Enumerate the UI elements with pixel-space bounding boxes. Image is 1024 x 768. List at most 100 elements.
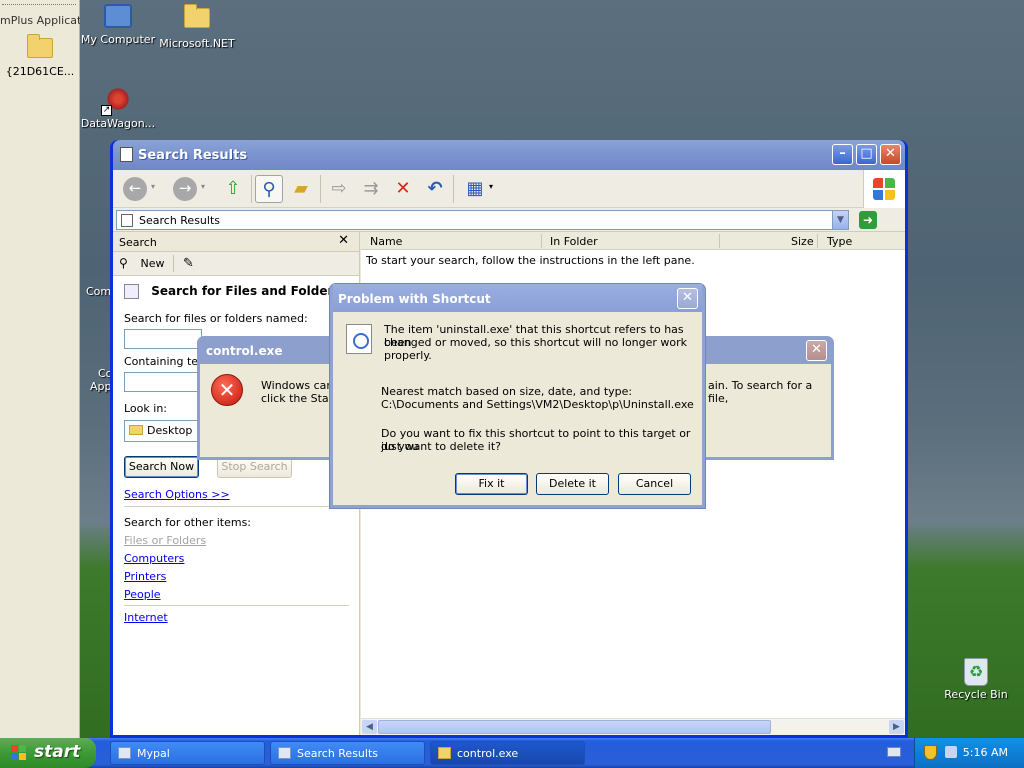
- scroll-right-icon[interactable]: ▶: [889, 720, 904, 734]
- search-results-icon: [278, 747, 291, 759]
- desktop-icon-recycle-bin[interactable]: ♻ Recycle Bin: [936, 658, 1016, 701]
- dialog-titlebar[interactable]: Problem with Shortcut ✕: [333, 284, 702, 312]
- error-text-left-2: click the Start: [261, 392, 338, 405]
- back-dropdown-icon[interactable]: ▾: [151, 182, 155, 191]
- strip-folder-label: {21D61CE...: [5, 65, 75, 78]
- horizontal-scrollbar[interactable]: ◀ ▶: [361, 718, 905, 735]
- message-line-2: changed or moved, so this shortcut will …: [384, 336, 688, 362]
- strip-folder[interactable]: {21D61CE...: [0, 34, 80, 78]
- look-in-select[interactable]: Desktop: [124, 420, 202, 442]
- folder-icon: [129, 425, 143, 435]
- match-label: Nearest match based on size, date, and t…: [381, 385, 633, 398]
- folder-icon: [184, 4, 210, 28]
- dialog-title: Problem with Shortcut: [338, 292, 491, 306]
- error-icon: ✕: [211, 374, 243, 406]
- computers-link[interactable]: Computers: [124, 552, 184, 565]
- column-name[interactable]: Name: [370, 235, 402, 248]
- scroll-left-icon[interactable]: ◀: [362, 720, 377, 734]
- close-button[interactable]: ✕: [806, 340, 827, 361]
- address-field[interactable]: Search Results ▼: [116, 210, 849, 230]
- question-line-2: just want to delete it?: [381, 440, 501, 453]
- column-size[interactable]: Size: [791, 235, 814, 248]
- fix-it-button[interactable]: Fix it: [455, 473, 528, 495]
- back-icon[interactable]: ←: [123, 177, 147, 201]
- scroll-thumb[interactable]: [378, 720, 771, 734]
- toolbar-separator: [251, 175, 252, 203]
- address-bar: Search Results ▼ ➜: [113, 208, 905, 232]
- files-or-folders-link[interactable]: Files or Folders: [124, 534, 206, 547]
- computer-icon: [104, 4, 132, 28]
- named-label: Search for files or folders named:: [124, 312, 308, 325]
- desktop-icon-label: Recycle Bin: [944, 688, 1008, 701]
- keyboard-icon[interactable]: [887, 747, 901, 757]
- column-separator: [719, 234, 720, 248]
- file-name-input[interactable]: [124, 329, 202, 349]
- desktop-icon-datawagon[interactable]: ↗ DataWagon...: [78, 86, 158, 130]
- security-shield-icon[interactable]: [924, 745, 937, 760]
- background-app-window: mPlus Applicatio {21D61CE...: [0, 0, 80, 738]
- folder-icon: [438, 747, 451, 759]
- toolbar-separator: [453, 175, 454, 203]
- delete-it-button[interactable]: Delete it: [536, 473, 609, 495]
- forward-dropdown-icon[interactable]: ▾: [201, 182, 205, 191]
- internet-link[interactable]: Internet: [124, 611, 168, 624]
- desktop-icon-microsoft-net[interactable]: Microsoft.NET: [157, 4, 237, 50]
- new-search-icon: ⚲: [119, 256, 128, 270]
- dialog-title: control.exe: [206, 344, 283, 358]
- new-search-label: New: [140, 257, 165, 270]
- column-type[interactable]: Type: [827, 235, 852, 248]
- folders-icon[interactable]: ▰: [287, 175, 315, 203]
- search-pane-toolbar: ⚲ New ✎: [113, 252, 359, 276]
- search-options-link[interactable]: Search Options >>: [124, 488, 230, 501]
- forward-icon[interactable]: →: [173, 177, 197, 201]
- desktop-icon-my-computer[interactable]: My Computer: [78, 4, 158, 46]
- toolbar-separator: [320, 175, 321, 203]
- divider: [124, 506, 349, 507]
- search-files-icon: [124, 284, 139, 299]
- strip-title: mPlus Applicatio: [0, 14, 80, 27]
- search-now-button[interactable]: Search Now: [124, 456, 199, 478]
- views-dropdown-icon[interactable]: ▾: [489, 182, 493, 191]
- views-icon[interactable]: ▦: [461, 175, 489, 203]
- people-link[interactable]: People: [124, 588, 161, 601]
- minimize-button[interactable]: –: [832, 144, 853, 165]
- search-window-icon: [120, 147, 133, 162]
- maximize-button[interactable]: □: [856, 144, 877, 165]
- divider: [124, 605, 349, 606]
- go-arrow-icon[interactable]: ➜: [859, 211, 877, 229]
- toolbar-separator: [173, 255, 174, 272]
- taskbar-button-control-exe[interactable]: control.exe: [430, 741, 585, 765]
- desktop-icon-label: DataWagon...: [80, 117, 156, 130]
- other-items-label: Search for other items:: [124, 516, 251, 529]
- cancel-button[interactable]: Cancel: [618, 473, 691, 495]
- system-tray: 5:16 AM: [914, 738, 1024, 768]
- close-button[interactable]: ✕: [677, 288, 698, 309]
- search-icon[interactable]: ⚲: [255, 175, 283, 203]
- clock: 5:16 AM: [962, 746, 1008, 759]
- close-pane-icon[interactable]: ✕: [338, 233, 349, 248]
- results-message: To start your search, follow the instruc…: [366, 254, 695, 267]
- up-folder-icon[interactable]: ⇧: [219, 175, 247, 203]
- windows-flag-icon: [11, 745, 27, 761]
- new-search-button[interactable]: ⚲ New: [119, 257, 165, 270]
- containing-text-input[interactable]: [124, 372, 202, 392]
- printers-link[interactable]: Printers: [124, 570, 166, 583]
- undo-icon[interactable]: ↶: [421, 175, 449, 203]
- mypal-icon: [118, 747, 131, 759]
- column-in-folder[interactable]: In Folder: [550, 235, 598, 248]
- speaker-icon[interactable]: [945, 746, 957, 758]
- taskbar-button-label: Search Results: [297, 747, 379, 760]
- start-button[interactable]: start: [0, 738, 96, 768]
- delete-icon[interactable]: ✕: [389, 175, 417, 203]
- close-button[interactable]: ✕: [880, 144, 901, 165]
- address-dropdown-icon[interactable]: ▼: [832, 211, 848, 229]
- window-titlebar[interactable]: Search Results – □ ✕: [113, 140, 905, 170]
- dialog-body: The item 'uninstall.exe' that this short…: [333, 312, 702, 505]
- taskbar-button-label: Mypal: [137, 747, 170, 760]
- copy-to-icon[interactable]: ⇉: [357, 175, 385, 203]
- taskbar-button-mypal[interactable]: Mypal: [110, 741, 265, 765]
- search-companion-icon[interactable]: ✎: [183, 256, 194, 271]
- folder-icon: [27, 34, 53, 58]
- move-to-icon[interactable]: ⇨: [325, 175, 353, 203]
- taskbar-button-search-results[interactable]: Search Results: [270, 741, 425, 765]
